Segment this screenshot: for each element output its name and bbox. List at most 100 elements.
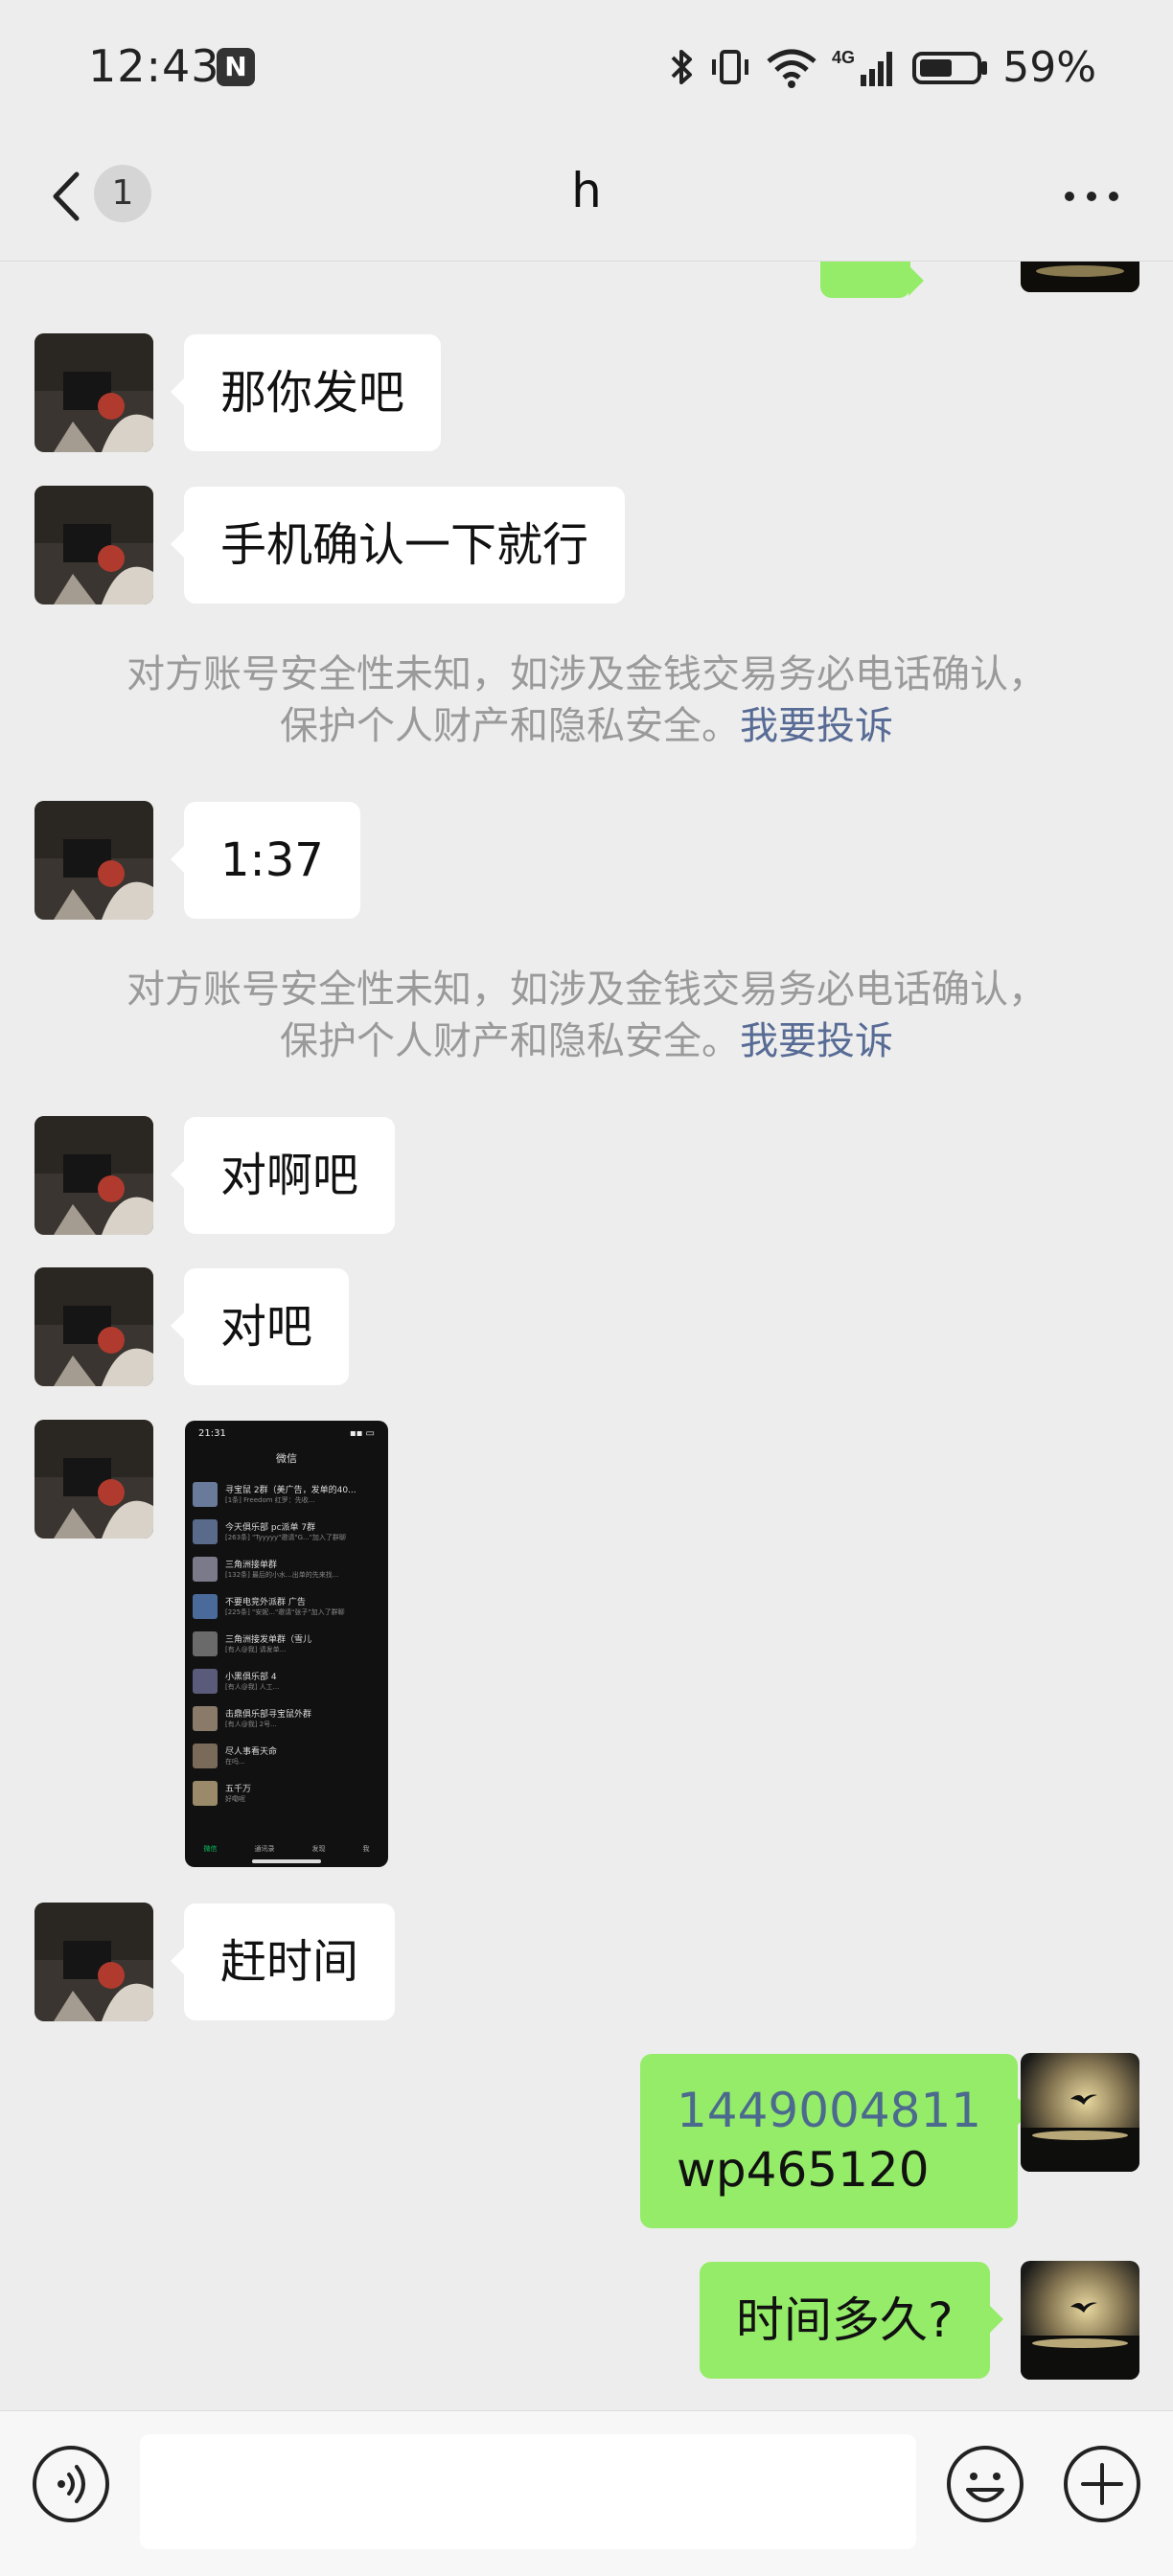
screenshot-chat-text: 五千万 好嘞呢 bbox=[225, 1782, 380, 1804]
my-avatar[interactable] bbox=[1021, 2053, 1139, 2172]
message-bubble-incoming[interactable]: 对吧 bbox=[170, 1268, 350, 1385]
screenshot-chat-list: 寻宝鼠 2群（美广告，发单的40... [1条] Freedom 红罗：先收...… bbox=[185, 1475, 388, 1812]
vibrate-icon bbox=[712, 50, 749, 84]
contact-avatar[interactable] bbox=[34, 1116, 153, 1235]
screenshot-status-icons: ▪▪ ▭ bbox=[349, 1428, 375, 1439]
wifi-icon bbox=[767, 49, 816, 88]
screenshot-chat-text: 小黑俱乐部 4 [有人@我] 人工... bbox=[225, 1670, 380, 1692]
screenshot-chat-avatar bbox=[193, 1705, 218, 1731]
plus-icon[interactable] bbox=[1062, 2444, 1142, 2524]
screenshot-chat-avatar bbox=[193, 1593, 218, 1619]
my-avatar[interactable] bbox=[1021, 262, 1139, 292]
screenshot-chat-name: 三角洲接发单群（雪儿 bbox=[225, 1635, 312, 1645]
battery-percentage: 59% bbox=[1002, 42, 1096, 92]
screenshot-chat-name: 击鼎俱乐部寻宝鼠外群 bbox=[225, 1710, 312, 1720]
contact-avatar[interactable] bbox=[34, 486, 153, 604]
screenshot-chat-text: 三角洲接单群 [132条] 最后的小水...出单的先来找... bbox=[225, 1558, 380, 1580]
screenshot-chat-avatar bbox=[193, 1743, 218, 1768]
message-bubble-incoming[interactable]: 赶时间 bbox=[170, 1904, 396, 2020]
screenshot-chat-name: 不要电竞外派群 广告 bbox=[225, 1598, 306, 1607]
message-list[interactable]: 那你发吧 手机确认一下就行 对方账号安全性未知，如涉及金钱交易务必电话确认， 保… bbox=[0, 262, 1173, 2410]
screenshot-chat-preview: 在吗... bbox=[225, 1758, 245, 1766]
message-bubble-outgoing[interactable]: 时间多久? bbox=[700, 2262, 1003, 2379]
screenshot-tab: 发现 bbox=[311, 1845, 326, 1853]
screenshot-chat-text: 今天俱乐部 pc派单 7群 [263条] "Tyyyyy"邀请"G..."加入了群… bbox=[225, 1520, 380, 1542]
screenshot-chat-preview: [225条] "安妮..."邀请"张子"加入了群聊 bbox=[225, 1608, 345, 1616]
input-bar bbox=[0, 2410, 1173, 2576]
screenshot-chat-row: 不要电竞外派群 广告 [225条] "安妮..."邀请"张子"加入了群聊 bbox=[185, 1587, 388, 1625]
message-bubble-incoming[interactable]: 那你发吧 bbox=[170, 334, 442, 451]
screenshot-chat-name: 三角洲接单群 bbox=[225, 1561, 278, 1570]
status-icons: 4G 59% bbox=[669, 38, 1096, 96]
voice-icon[interactable] bbox=[31, 2444, 111, 2524]
emoji-icon[interactable] bbox=[945, 2444, 1025, 2524]
screenshot-chat-avatar bbox=[193, 1481, 218, 1507]
screenshot-title: 微信 bbox=[276, 1452, 297, 1465]
screenshot-tab: 微信 bbox=[203, 1845, 218, 1853]
screenshot-chat-preview: [1条] Freedom 红罗：先收... bbox=[225, 1496, 315, 1504]
contact-avatar[interactable] bbox=[34, 1903, 153, 2021]
notice-line-2: 保护个人财产和隐私安全。 bbox=[280, 704, 740, 748]
screenshot-chat-row: 今天俱乐部 pc派单 7群 [263条] "Tyyyyy"邀请"G..."加入了群… bbox=[185, 1513, 388, 1550]
screenshot-chat-row: 尽人事看天命 在吗... bbox=[185, 1737, 388, 1774]
image-message-screenshot[interactable]: 21:31 ▪▪ ▭ 微信 寻宝鼠 2群（美广告，发单的40... [1条] Fr… bbox=[185, 1421, 388, 1867]
bluetooth-icon bbox=[671, 50, 693, 84]
screenshot-chat-avatar bbox=[193, 1556, 218, 1582]
screenshot-status-bar: 21:31 ▪▪ ▭ bbox=[185, 1421, 388, 1439]
screenshot-chat-preview: [有人@我] 人工... bbox=[225, 1683, 280, 1691]
screenshot-home-indicator bbox=[252, 1859, 321, 1863]
screenshot-chat-text: 击鼎俱乐部寻宝鼠外群 [有人@我] 2号... bbox=[225, 1707, 380, 1729]
report-link[interactable]: 我要投诉 bbox=[740, 704, 893, 748]
security-warning-notice: 对方账号安全性未知，如涉及金钱交易务必电话确认， 保护个人财产和隐私安全。我要投… bbox=[58, 964, 1116, 1067]
screenshot-chat-text: 不要电竞外派群 广告 [225条] "安妮..."邀请"张子"加入了群聊 bbox=[225, 1595, 380, 1617]
notice-line-1: 对方账号安全性未知，如涉及金钱交易务必电话确认， bbox=[126, 652, 1046, 696]
screenshot-chat-avatar bbox=[193, 1668, 218, 1694]
screenshot-chat-avatar bbox=[193, 1630, 218, 1656]
screenshot-chat-name: 五千万 bbox=[225, 1785, 252, 1794]
screenshot-chat-name: 小黑俱乐部 4 bbox=[225, 1673, 277, 1682]
screenshot-chat-preview: [263条] "Tyyyyy"邀请"G..."加入了群聊 bbox=[225, 1534, 346, 1541]
screenshot-chat-text: 寻宝鼠 2群（美广告，发单的40... [1条] Freedom 红罗：先收... bbox=[225, 1483, 380, 1505]
contact-avatar[interactable] bbox=[34, 1267, 153, 1386]
phone-number-link[interactable]: 1449004811 bbox=[677, 2079, 981, 2142]
status-time: 12:43 bbox=[88, 40, 220, 92]
screenshot-chat-preview: [有人@我] 请发单... bbox=[225, 1646, 287, 1653]
security-warning-notice: 对方账号安全性未知，如涉及金钱交易务必电话确认， 保护个人财产和隐私安全。我要投… bbox=[58, 649, 1116, 752]
message-bubble-incoming[interactable]: 对啊吧 bbox=[170, 1117, 396, 1234]
screenshot-chat-preview: [有人@我] 2号... bbox=[225, 1721, 277, 1728]
screenshot-chat-row: 三角洲接单群 [132条] 最后的小水...出单的先来找... bbox=[185, 1550, 388, 1587]
my-avatar[interactable] bbox=[1021, 2261, 1139, 2380]
screenshot-chat-row: 五千万 好嘞呢 bbox=[185, 1774, 388, 1812]
screenshot-time: 21:31 bbox=[198, 1428, 226, 1439]
screenshot-chat-text: 尽人事看天命 在吗... bbox=[225, 1744, 380, 1767]
screenshot-chat-preview: 好嘞呢 bbox=[225, 1795, 245, 1803]
message-bubble-incoming[interactable]: 1:37 bbox=[171, 802, 360, 919]
screenshot-chat-row: 击鼎俱乐部寻宝鼠外群 [有人@我] 2号... bbox=[185, 1699, 388, 1737]
battery-icon bbox=[912, 52, 988, 84]
screenshot-chat-row: 寻宝鼠 2群（美广告，发单的40... [1条] Freedom 红罗：先收... bbox=[185, 1475, 388, 1513]
message-bubble-incoming[interactable]: 手机确认一下就行 bbox=[170, 487, 626, 604]
network-type-label: 4G bbox=[832, 48, 855, 67]
report-link[interactable]: 我要投诉 bbox=[740, 1019, 893, 1063]
notice-line-1: 对方账号安全性未知，如涉及金钱交易务必电话确认， bbox=[126, 968, 1046, 1012]
contact-avatar[interactable] bbox=[34, 333, 153, 452]
screenshot-chat-row: 三角洲接发单群（雪儿 [有人@我] 请发单... bbox=[185, 1625, 388, 1662]
message-input[interactable] bbox=[140, 2434, 916, 2549]
chat-header: 1 h bbox=[0, 134, 1173, 262]
screenshot-tab-bar: 微信 通讯录 发现 我 bbox=[185, 1844, 388, 1854]
screenshot-chat-text: 三角洲接发单群（雪儿 [有人@我] 请发单... bbox=[225, 1632, 380, 1654]
screenshot-tab: 通讯录 bbox=[254, 1845, 275, 1853]
chat-title: h bbox=[571, 163, 602, 218]
screenshot-chat-preview: [132条] 最后的小水...出单的先来找... bbox=[225, 1571, 339, 1579]
cellular-signal-icon: 4G bbox=[832, 48, 893, 86]
contact-avatar[interactable] bbox=[34, 801, 153, 920]
contact-avatar[interactable] bbox=[34, 1420, 153, 1539]
more-icon[interactable] bbox=[1058, 172, 1125, 220]
message-bubble-outgoing[interactable]: 1449004811 wp465120 bbox=[640, 2054, 1032, 2228]
screenshot-chat-avatar bbox=[193, 1518, 218, 1544]
screenshot-tab: 我 bbox=[362, 1845, 370, 1853]
message-text: wp465120 bbox=[677, 2142, 930, 2198]
nfc-icon: N bbox=[217, 48, 255, 86]
status-bar: 12:43 N 4G 59% bbox=[0, 0, 1173, 134]
message-bubble-outgoing-partial[interactable] bbox=[820, 262, 924, 298]
